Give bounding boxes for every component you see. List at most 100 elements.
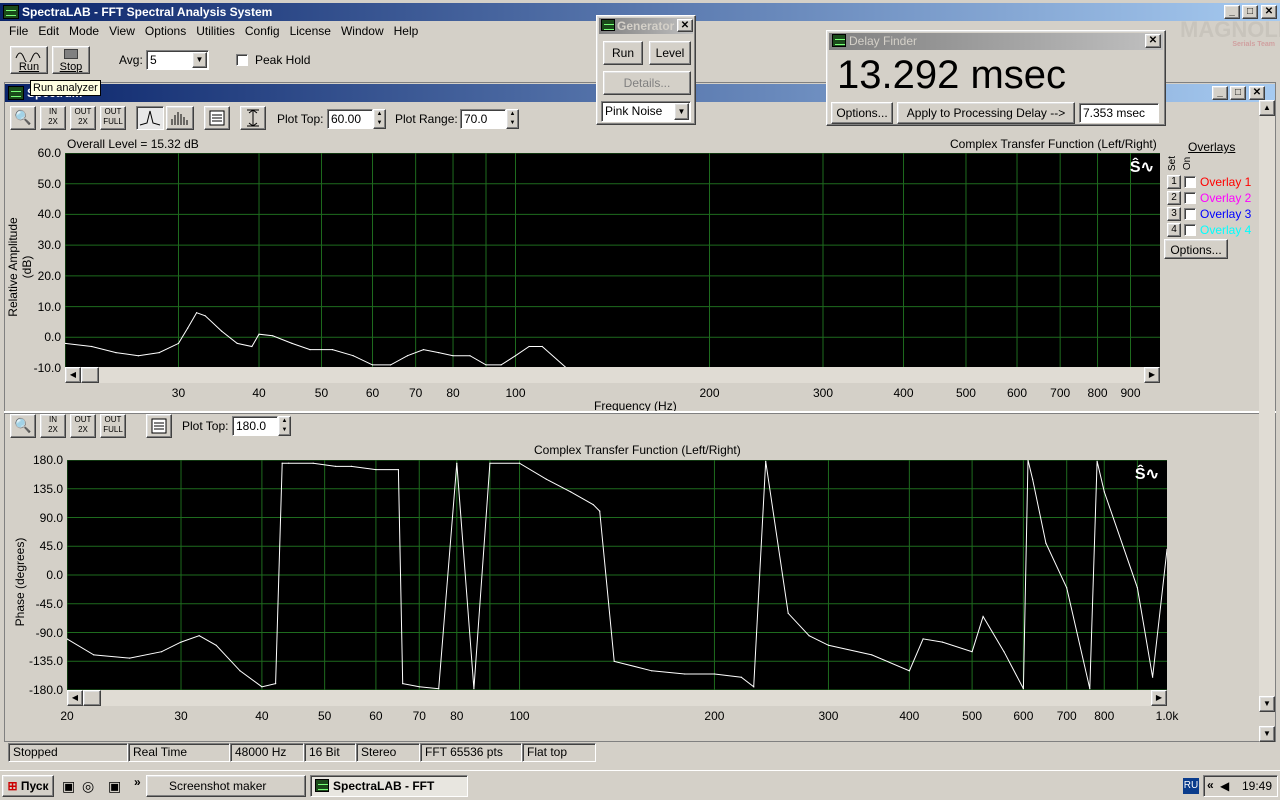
avg-select[interactable]: 5 ▼: [146, 50, 209, 70]
plot-top-spinner[interactable]: ▲ ▼: [373, 109, 386, 129]
overlay-set-button[interactable]: 3: [1167, 207, 1181, 221]
quicklaunch-globe-icon[interactable]: ◎: [82, 778, 94, 795]
bar-mode-icon[interactable]: [166, 106, 194, 130]
quicklaunch-app-icon[interactable]: ▣: [62, 778, 75, 795]
generator-chevron-down-icon[interactable]: ▼: [674, 103, 689, 120]
menu-config[interactable]: Config: [240, 22, 285, 40]
phase-scroll-left-icon[interactable]: ◀: [67, 690, 83, 706]
window-vscrollbar[interactable]: ▲ ▼: [1259, 100, 1275, 712]
scroll-up-icon[interactable]: ▲: [1259, 100, 1275, 116]
status-state: Stopped: [8, 743, 128, 762]
line-mode-icon[interactable]: [136, 106, 164, 130]
overlay-set-button[interactable]: 1: [1167, 175, 1181, 189]
overlay-on-checkbox[interactable]: [1184, 192, 1196, 204]
scroll-thumb[interactable]: [81, 367, 99, 383]
phase-scroll-thumb[interactable]: [83, 690, 101, 706]
chevron-down-icon[interactable]: ▼: [192, 52, 207, 68]
menu-mode[interactable]: Mode: [64, 22, 104, 40]
scroll-down-small-icon[interactable]: ▼: [1259, 726, 1275, 742]
scroll-left-icon[interactable]: ◀: [65, 367, 81, 383]
quicklaunch-spectra-icon[interactable]: ▣: [108, 778, 121, 795]
plot-top-input[interactable]: 60.00: [327, 109, 373, 129]
phase-plot-top-spinner[interactable]: ▲ ▼: [278, 416, 291, 436]
taskbar-spectralab[interactable]: SpectraLAB - FFT Spe...: [310, 775, 468, 800]
overlay-set-button[interactable]: 2: [1167, 191, 1181, 205]
x-tick-label: 60: [365, 386, 380, 400]
data-point: [221, 330, 223, 332]
zoom-in-2x-icon[interactable]: IN 2X: [40, 106, 66, 130]
menu-file[interactable]: File: [4, 22, 33, 40]
spectrum-hscrollbar[interactable]: ◀ ▶: [65, 367, 1160, 383]
plot-range-input[interactable]: 70.0: [460, 109, 506, 129]
phase-zoom-out-2x-icon[interactable]: OUT 2X: [70, 414, 96, 438]
phase-scroll-right-icon[interactable]: ▶: [1151, 690, 1167, 706]
phase-properties-icon[interactable]: [146, 414, 172, 438]
overlay-on-checkbox[interactable]: [1184, 224, 1196, 236]
phase-zoom-icon[interactable]: 🔍: [10, 414, 36, 438]
generator-level-button[interactable]: Level: [649, 41, 691, 65]
overlay-set-button[interactable]: 4: [1167, 223, 1181, 237]
spectrum-plot[interactable]: Ŝ∿: [64, 152, 1160, 369]
plot-range-spinner[interactable]: ▲ ▼: [506, 109, 519, 129]
apply-delay-button[interactable]: Apply to Processing Delay -->: [897, 102, 1075, 124]
x-tick-label: 600: [1013, 709, 1034, 723]
menu-edit[interactable]: Edit: [33, 22, 64, 40]
menu-view[interactable]: View: [104, 22, 140, 40]
y-tick-label: 135.0: [32, 481, 63, 496]
scroll-right-icon[interactable]: ▶: [1144, 367, 1160, 383]
phase-hscrollbar[interactable]: ◀ ▶: [67, 690, 1167, 706]
spectrum-minimize-button[interactable]: _: [1212, 86, 1228, 100]
generator-close-button[interactable]: ✕: [677, 19, 693, 32]
tray-expand-icon[interactable]: «: [1207, 778, 1214, 792]
quicklaunch-more-icon[interactable]: »: [134, 775, 141, 789]
data-point: [236, 342, 238, 344]
delay-finder-close-button[interactable]: ✕: [1145, 34, 1161, 48]
data-point: [406, 355, 409, 357]
menu-options[interactable]: Options: [140, 22, 191, 40]
properties-icon[interactable]: [204, 106, 230, 130]
x-tick-label: 50: [317, 709, 332, 723]
delay-options-button[interactable]: Options...: [831, 102, 893, 124]
zoom-icon[interactable]: 🔍: [10, 106, 36, 130]
phase-plot[interactable]: Ŝ∿: [66, 459, 1168, 691]
scroll-down-icon[interactable]: ▼: [1259, 696, 1275, 712]
sine-icon[interactable]: Ŝ∿: [1130, 157, 1154, 177]
zoom-out-full-icon[interactable]: OUT FULL: [100, 106, 126, 130]
phase-zoom-out-full-icon[interactable]: OUT FULL: [100, 414, 126, 438]
generator-details-button[interactable]: Details...: [603, 71, 691, 95]
spectrum-close-button[interactable]: ✕: [1249, 86, 1265, 100]
phase-zoom-in-2x-icon[interactable]: IN 2X: [40, 414, 66, 438]
taskbar-screenshot-maker[interactable]: Screenshot maker: [146, 775, 306, 797]
speaker-icon[interactable]: ◀: [1220, 779, 1229, 793]
data-point: [922, 638, 924, 640]
avg-label: Avg:: [119, 53, 143, 67]
data-point: [469, 355, 471, 357]
run-button[interactable]: Run: [10, 46, 48, 74]
stop-button[interactable]: Stop: [52, 46, 90, 74]
pane-splitter[interactable]: [4, 411, 1276, 414]
overlay-on-checkbox[interactable]: [1184, 176, 1196, 188]
peak-hold-checkbox[interactable]: [236, 54, 248, 66]
data-point: [740, 676, 742, 678]
y-tick-label: 50.0: [37, 176, 61, 191]
menu-utilities[interactable]: Utilities: [191, 22, 240, 40]
generator-signal-select[interactable]: Pink Noise ▼: [601, 101, 691, 122]
generator-run-button[interactable]: Run: [603, 41, 643, 65]
delay-field[interactable]: 7.353 msec: [1079, 103, 1159, 123]
phase-plot-top-input[interactable]: 180.0: [232, 416, 278, 436]
overlays-options-button[interactable]: Options...: [1164, 239, 1228, 259]
zoom-out-2x-icon[interactable]: OUT 2X: [70, 106, 96, 130]
data-point: [331, 349, 334, 351]
menu-license[interactable]: License: [285, 22, 336, 40]
menu-window[interactable]: Window: [336, 22, 389, 40]
menu-help[interactable]: Help: [389, 22, 424, 40]
overlay-on-checkbox[interactable]: [1184, 208, 1196, 220]
start-button[interactable]: ⊞ Пуск: [2, 775, 54, 797]
spectrum-maximize-button[interactable]: □: [1230, 86, 1246, 100]
phase-sine-icon[interactable]: Ŝ∿: [1135, 464, 1159, 484]
x-tick-label: 100: [509, 709, 530, 723]
status-samplerate: 48000 Hz: [230, 743, 304, 762]
phase-plot-top-label: Plot Top:: [182, 419, 229, 433]
language-indicator[interactable]: RU: [1183, 778, 1199, 794]
scale-icon[interactable]: [240, 106, 266, 130]
